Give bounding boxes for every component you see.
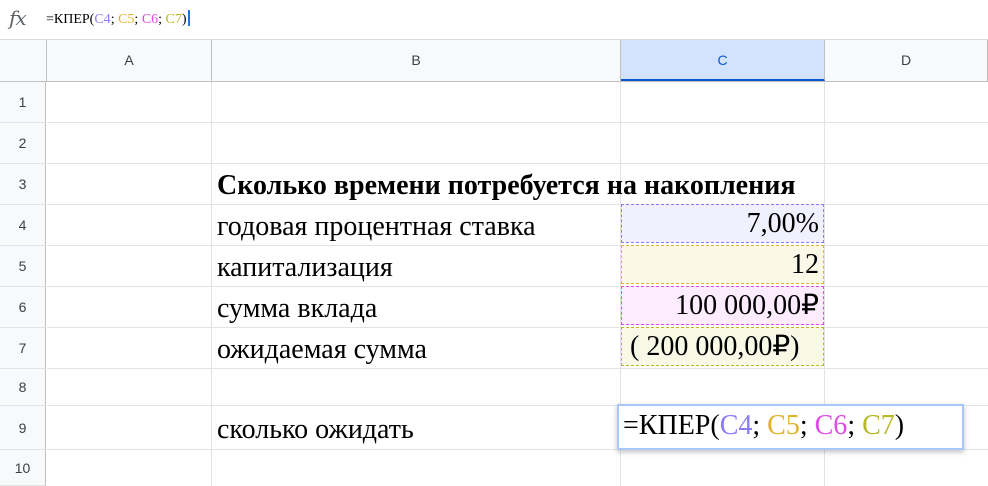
grid-line bbox=[47, 163, 988, 164]
cell-c4[interactable]: 7,00% bbox=[621, 204, 824, 243]
formula-suffix: ) bbox=[181, 12, 187, 27]
editor-prefix: =КПЕР( bbox=[623, 410, 720, 441]
formula-sep: ; bbox=[110, 12, 119, 27]
editor-ref-c6: C6 bbox=[814, 410, 848, 441]
row-header-8[interactable]: 8 bbox=[0, 369, 46, 406]
row-header-9[interactable]: 9 bbox=[0, 406, 46, 450]
cell-c5[interactable]: 12 bbox=[621, 245, 824, 284]
editor-ref-c7: C7 bbox=[862, 410, 895, 441]
row-header-3[interactable]: 3 bbox=[0, 164, 46, 205]
row-header-1[interactable]: 1 bbox=[0, 82, 46, 123]
formula-ref-c6: C6 bbox=[141, 12, 159, 27]
grid-line bbox=[211, 82, 212, 486]
editor-ref-c4: C4 bbox=[719, 410, 753, 441]
cell-b6[interactable]: сумма вклада bbox=[217, 289, 377, 329]
cell-c6[interactable]: 100 000,00₽ bbox=[621, 286, 824, 325]
row-header-7[interactable]: 7 bbox=[0, 328, 46, 369]
column-header-b[interactable]: B bbox=[212, 40, 621, 81]
formula-prefix: =КПЕР( bbox=[46, 12, 95, 27]
row-header-5[interactable]: 5 bbox=[0, 246, 46, 287]
editor-sep: ; bbox=[799, 410, 815, 441]
grid-line bbox=[47, 286, 988, 287]
cell-editor-c9[interactable]: =КПЕР(C4; C5; C6; C7) bbox=[617, 404, 964, 450]
column-header-a[interactable]: A bbox=[47, 40, 212, 81]
formula-sep: ; bbox=[158, 12, 166, 27]
column-header-row: A B C D bbox=[0, 40, 988, 82]
row-header-10[interactable]: 10 bbox=[0, 450, 46, 486]
text-caret bbox=[187, 10, 190, 26]
row-header-2[interactable]: 2 bbox=[0, 123, 46, 164]
cell-b4[interactable]: годовая процентная ставка bbox=[217, 207, 536, 247]
cell-c7[interactable]: ( 200 000,00₽) bbox=[621, 327, 824, 366]
column-header-d[interactable]: D bbox=[825, 40, 988, 81]
formula-sep: ; bbox=[134, 12, 142, 27]
cell-b5[interactable]: капитализация bbox=[217, 248, 393, 288]
formula-input[interactable]: =КПЕР(C4; C5; C6; C7) bbox=[46, 10, 190, 28]
formula-ref-c5: C5 bbox=[118, 12, 135, 27]
select-all-corner[interactable] bbox=[0, 40, 47, 81]
row-header-6[interactable]: 6 bbox=[0, 287, 46, 328]
row-header-4[interactable]: 4 bbox=[0, 205, 46, 246]
grid-line bbox=[47, 122, 988, 123]
grid-line bbox=[47, 327, 988, 328]
fx-icon: fx bbox=[9, 6, 27, 30]
column-header-c[interactable]: C bbox=[621, 40, 825, 81]
editor-ref-c5: C5 bbox=[767, 410, 800, 441]
formula-ref-c4: C4 bbox=[94, 12, 111, 27]
editor-sep: ; bbox=[847, 410, 863, 441]
editor-suffix: ) bbox=[894, 410, 905, 441]
grid-line bbox=[47, 368, 988, 369]
cell-b7[interactable]: ожидаемая сумма bbox=[217, 330, 427, 370]
cell-b9[interactable]: сколько ожидать bbox=[217, 410, 414, 450]
formula-ref-c7: C7 bbox=[165, 12, 182, 27]
editor-sep: ; bbox=[752, 410, 768, 441]
formula-bar: fx =КПЕР(C4; C5; C6; C7) bbox=[0, 0, 988, 40]
cell-b3[interactable]: Сколько времени потребуется на накоплени… bbox=[217, 166, 796, 206]
